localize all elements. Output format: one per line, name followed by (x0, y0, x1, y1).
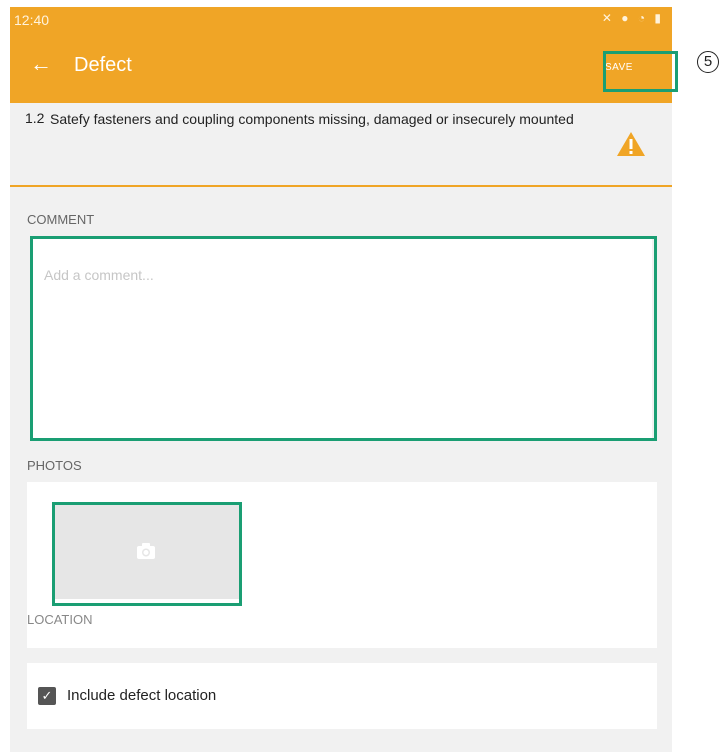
save-button[interactable]: SAVE (605, 62, 633, 73)
warning-triangle-icon (617, 132, 645, 156)
include-location-checkbox[interactable]: ✓ (38, 687, 56, 705)
defect-header: 1.2 Satefy fasteners and coupling compon… (10, 103, 672, 187)
defect-number: 1.2 (25, 110, 45, 126)
status-bar: 12:40 ✕ ● ◔ ▮ (10, 7, 672, 33)
include-location-label[interactable]: Include defect location (67, 687, 216, 704)
location-label: LOCATION (27, 612, 93, 627)
status-icons: ✕ ● ◔ ▮ (601, 11, 664, 25)
location-card: ✓ Include defect location (27, 663, 657, 729)
page-title: Defect (74, 54, 132, 76)
photos-card (27, 482, 657, 648)
phone-screen: 12:40 ✕ ● ◔ ▮ ← Defect SAVE 1.2 Satefy f… (10, 7, 672, 752)
comment-placeholder: Add a comment... (44, 267, 154, 283)
camera-icon (137, 543, 155, 559)
defect-description: Satefy fasteners and coupling components… (50, 111, 574, 127)
status-time: 12:40 (14, 12, 50, 28)
step-badge: 5 (697, 51, 719, 73)
comment-label: COMMENT (27, 212, 95, 227)
photos-label: PHOTOS (27, 458, 82, 473)
arrow-left-icon[interactable]: ← (30, 53, 52, 75)
comment-input[interactable]: Add a comment... (32, 239, 652, 439)
app-bar: ← Defect SAVE (10, 33, 672, 103)
add-photo-button[interactable] (55, 503, 239, 599)
